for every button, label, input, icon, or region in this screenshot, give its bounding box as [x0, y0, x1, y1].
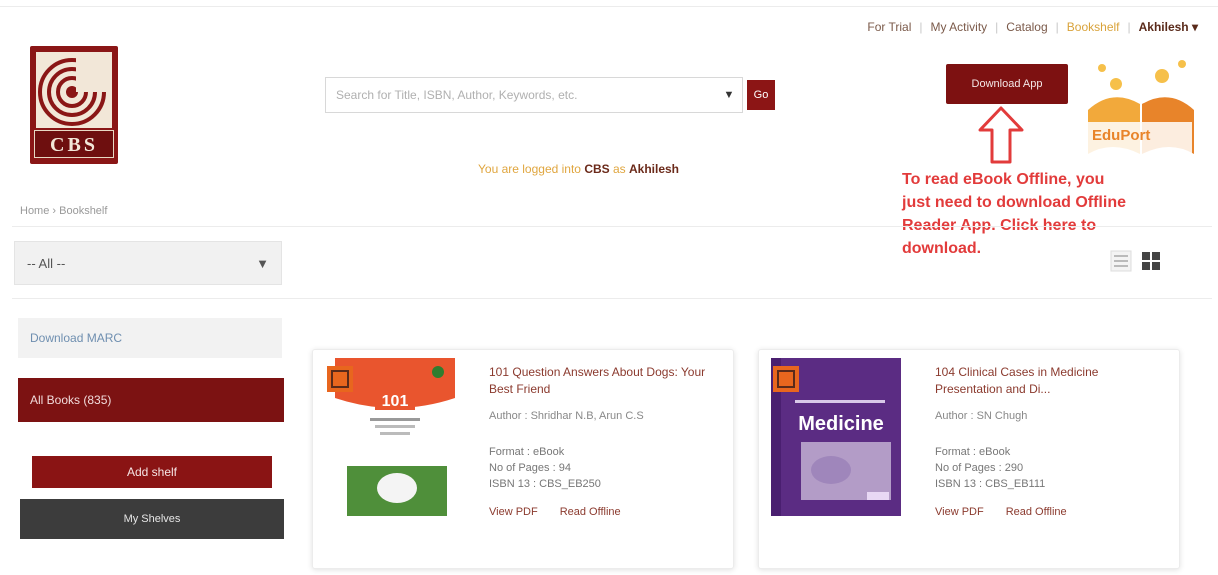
- logo-rings-icon: [36, 52, 112, 128]
- search-box: ▼: [325, 77, 743, 113]
- book-title[interactable]: 101 Question Answers About Dogs: Your Be…: [489, 364, 719, 398]
- cbs-logo[interactable]: CBS: [30, 46, 118, 164]
- book-pages: No of Pages : 94: [489, 462, 571, 474]
- logged-in-site: CBS: [584, 162, 610, 176]
- download-app-button[interactable]: Download App: [946, 64, 1068, 104]
- chevron-down-icon: ▼: [256, 255, 269, 271]
- download-marc-link[interactable]: Download MARC: [18, 318, 282, 358]
- book-actions: View PDF Read Offline: [935, 506, 1165, 518]
- go-button[interactable]: Go: [747, 80, 775, 110]
- logged-in-user: Akhilesh: [629, 162, 680, 176]
- nav-bookshelf[interactable]: Bookshelf: [1059, 20, 1128, 34]
- user-menu[interactable]: Akhilesh ▾: [1131, 20, 1206, 34]
- book-actions: View PDF Read Offline: [489, 506, 719, 518]
- read-offline-link[interactable]: Read Offline: [1006, 506, 1067, 518]
- sidebar-item-all-books[interactable]: All Books (835): [18, 378, 284, 422]
- book-author: Author : SN Chugh: [935, 410, 1028, 422]
- up-arrow-icon: [978, 106, 1024, 164]
- list-view-icon[interactable]: [1110, 250, 1132, 272]
- my-shelves-button[interactable]: My Shelves: [20, 499, 284, 539]
- book-card[interactable]: 101 101 Question Answers About Dogs: You…: [312, 349, 734, 569]
- book-cover[interactable]: 101: [325, 358, 455, 516]
- book-isbn: ISBN 13 : CBS_EB250: [489, 478, 601, 490]
- logged-in-status: You are logged into CBS as Akhilesh: [478, 162, 679, 176]
- top-nav: For Trial | My Activity | Catalog | Book…: [859, 20, 1206, 34]
- eduport-brand-text: EduPort: [1092, 127, 1150, 144]
- nav-catalog[interactable]: Catalog: [998, 20, 1055, 34]
- read-offline-link[interactable]: Read Offline: [560, 506, 621, 518]
- book-info: 101 Question Answers About Dogs: Your Be…: [489, 364, 719, 518]
- search-dropdown-icon[interactable]: ▼: [716, 89, 742, 101]
- breadcrumb[interactable]: Home › Bookshelf: [20, 205, 107, 217]
- book-isbn: ISBN 13 : CBS_EB111: [935, 478, 1046, 490]
- book-format: Format : eBook: [489, 446, 565, 458]
- divider: [12, 298, 1212, 299]
- offline-reader-annotation: To read eBook Offline, you just need to …: [902, 171, 1126, 257]
- shelf-filter-select[interactable]: -- All -- ▼: [14, 241, 282, 285]
- divider: [12, 226, 1212, 227]
- book-meta: Format : eBook No of Pages : 290 ISBN 13…: [935, 444, 1165, 492]
- nav-for-trial[interactable]: For Trial: [859, 20, 919, 34]
- search-input[interactable]: [326, 79, 716, 111]
- book-cover[interactable]: Medicine: [771, 358, 901, 516]
- eduport-logo[interactable]: EduPort: [1082, 58, 1200, 158]
- view-pdf-link[interactable]: View PDF: [489, 506, 538, 518]
- nav-my-activity[interactable]: My Activity: [923, 20, 996, 34]
- book-info: 104 Clinical Cases in Medicine Presentat…: [935, 364, 1165, 518]
- book-title[interactable]: 104 Clinical Cases in Medicine Presentat…: [935, 364, 1165, 398]
- grid-view-icon[interactable]: [1140, 250, 1162, 272]
- top-border: [0, 6, 1218, 7]
- logged-in-middle: as: [609, 162, 629, 176]
- cover-title-text: 101: [382, 393, 409, 410]
- logged-in-prefix: You are logged into: [478, 162, 585, 176]
- book-pages: No of Pages : 290: [935, 462, 1024, 474]
- add-shelf-button[interactable]: Add shelf: [32, 456, 272, 488]
- book-format: Format : eBook: [935, 446, 1011, 458]
- logo-text: CBS: [34, 130, 114, 158]
- book-card[interactable]: Medicine 104 Clinical Cases in Medicine …: [758, 349, 1180, 569]
- book-author: Author : Shridhar N.B, Arun C.S: [489, 410, 644, 422]
- cover-title-text: Medicine: [798, 413, 884, 435]
- book-meta: Format : eBook No of Pages : 94 ISBN 13 …: [489, 444, 719, 492]
- view-pdf-link[interactable]: View PDF: [935, 506, 984, 518]
- view-toggle: [1110, 250, 1162, 272]
- filter-selected-value: -- All --: [27, 255, 66, 271]
